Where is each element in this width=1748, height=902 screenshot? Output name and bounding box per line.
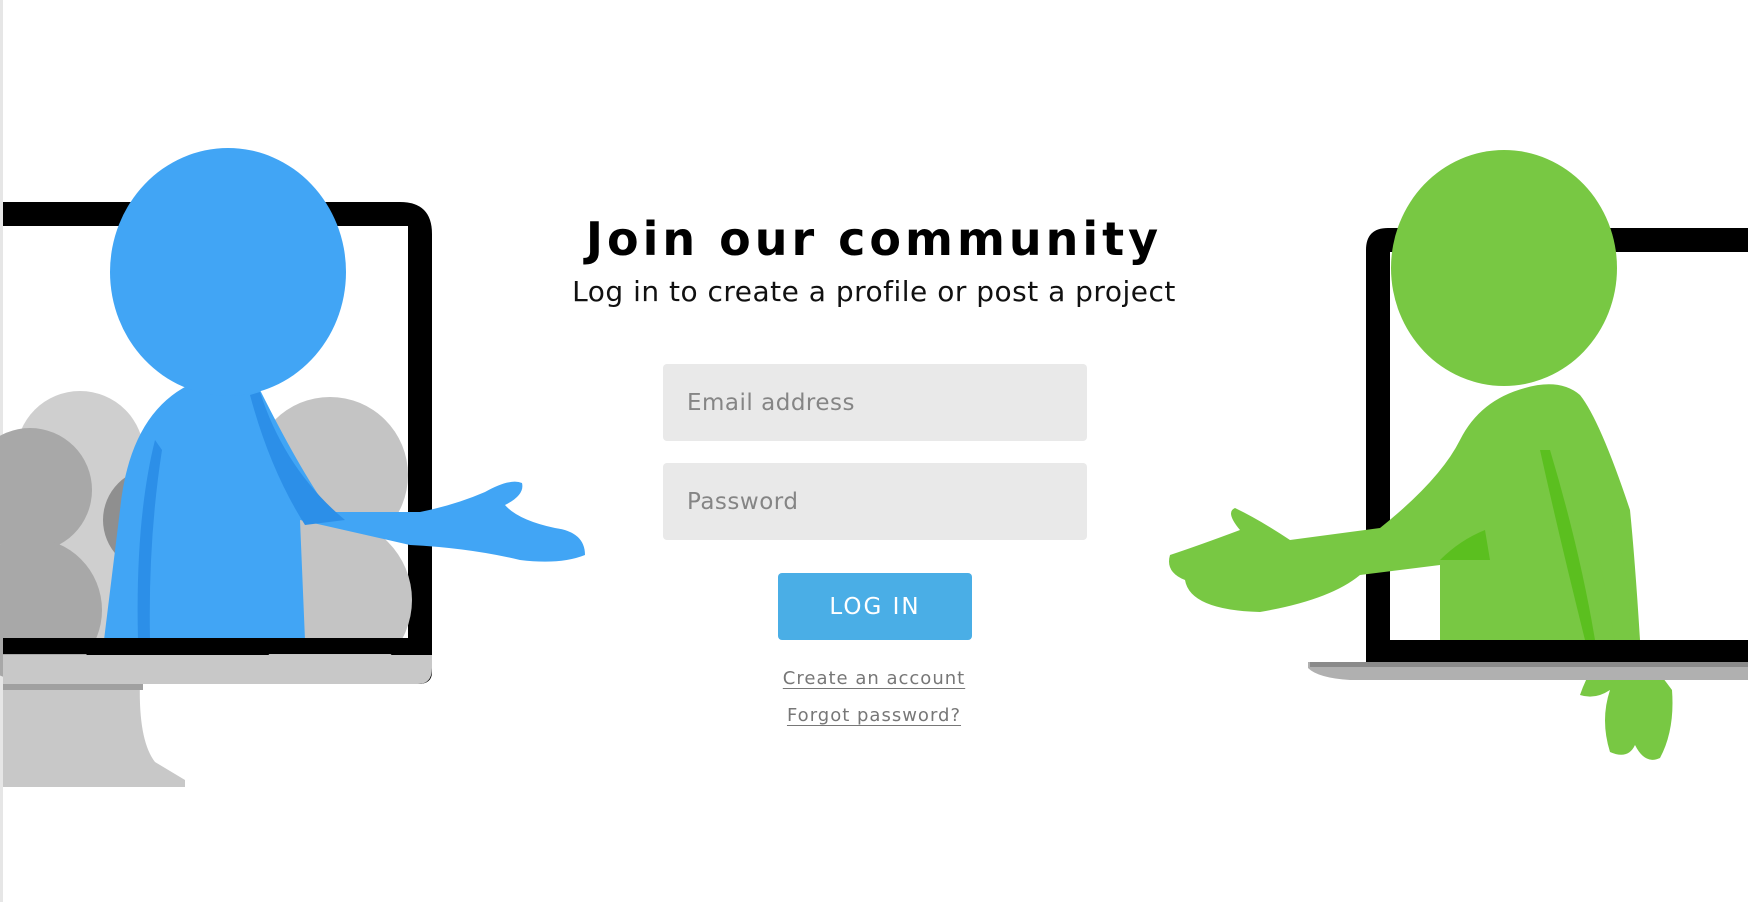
email-input[interactable] (663, 364, 1087, 441)
create-account-row: Create an account (0, 668, 1748, 689)
page-title: Join our community (585, 212, 1163, 266)
green-figure-laptop-illustration (1169, 150, 1748, 760)
create-account-link[interactable]: Create an account (783, 668, 965, 689)
blue-figure-monitor-illustration (0, 148, 585, 787)
password-input[interactable] (663, 463, 1087, 540)
login-button[interactable]: LOG IN (778, 573, 972, 640)
page-subtitle: Log in to create a profile or post a pro… (572, 275, 1176, 308)
forgot-password-row: Forgot password? (0, 705, 1748, 726)
forgot-password-link[interactable]: Forgot password? (787, 705, 961, 726)
